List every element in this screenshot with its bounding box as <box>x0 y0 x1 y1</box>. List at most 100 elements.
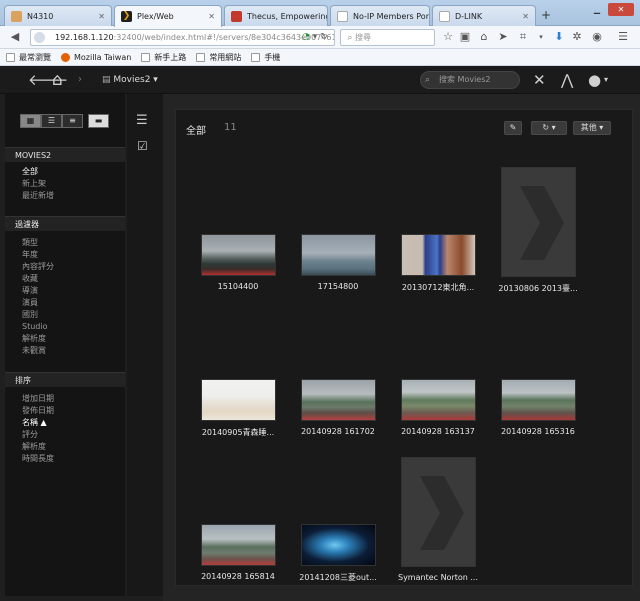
media-tile[interactable]: 20130806 2013臺... <box>488 167 588 294</box>
bookmark-item[interactable]: 手機 <box>251 52 280 63</box>
tab-label: Thecus, Empowering... <box>247 11 327 21</box>
refresh-button[interactable]: ↻ ▾ <box>531 121 567 135</box>
filter-studio[interactable]: Studio <box>22 321 47 333</box>
tab-label: D-LINK <box>455 11 483 21</box>
item-count: 11 <box>224 122 237 133</box>
filter-year[interactable]: 年度 <box>22 249 38 261</box>
site-info-icon[interactable] <box>34 32 45 43</box>
filter-actor[interactable]: 演員 <box>22 297 38 309</box>
library-selector[interactable]: ▤ Movies2 ▾ <box>102 66 158 94</box>
filter-director[interactable]: 導演 <box>22 285 38 297</box>
sidebar-section-filter: 過濾器 <box>5 216 125 231</box>
plex-header: 🡐 ⌂ › ▤ Movies2 ▾ 搜索 Movies2 ⌕ ✕ ⋀ ● ▾ <box>0 66 640 94</box>
more-button[interactable]: 其他 ▾ <box>573 121 611 135</box>
folder-view-button[interactable]: ▬ <box>88 114 109 128</box>
send-icon[interactable]: ➤ <box>496 30 510 44</box>
bookmark-item[interactable]: 最常瀏覽 <box>6 52 51 63</box>
bookmark-label: 新手上路 <box>154 52 187 62</box>
media-tile[interactable]: 20140928 165814 <box>188 524 288 581</box>
crop-icon[interactable]: ⌗ <box>516 30 530 44</box>
filter-unwatched[interactable]: 未觀賞 <box>22 345 46 357</box>
media-tile[interactable]: Symantec Norton ... <box>388 457 488 582</box>
settings-tools-icon[interactable]: ✕ <box>533 66 546 94</box>
bookmark-label: 最常瀏覽 <box>19 52 51 62</box>
media-tile[interactable]: 20140928 165316 <box>488 379 588 436</box>
sidebar-section-sort: 排序 <box>5 372 125 387</box>
sort-date-added[interactable]: 增加日期 <box>22 393 54 405</box>
chevron-down-icon[interactable]: ▾ <box>604 66 608 94</box>
menu-icon[interactable]: ☰ <box>616 30 630 44</box>
close-tab-icon[interactable]: ✕ <box>204 12 215 21</box>
filter-collection[interactable]: 收藏 <box>22 273 38 285</box>
list-view-button[interactable]: ☰ <box>41 114 62 128</box>
details-view-button[interactable]: ≡ <box>62 114 83 128</box>
browser-tab-active[interactable]: ❯ Plex/Web ✕ <box>114 5 222 27</box>
thumbnail-image <box>200 379 276 421</box>
media-tile[interactable]: 20140928 161702 <box>288 379 388 436</box>
browser-tab-bar: N4310 ✕ ❯ Plex/Web ✕ Thecus, Empowering.… <box>0 0 640 27</box>
window-close-button[interactable]: ✕ <box>608 3 634 16</box>
dropdown-icon[interactable]: ▾ <box>534 30 548 44</box>
menu-icon[interactable]: ☰ <box>136 113 148 128</box>
media-tile[interactable]: 17154800 <box>288 234 388 291</box>
thumbnail-image <box>400 379 476 421</box>
checkbox-select-icon[interactable]: ☑ <box>137 139 148 153</box>
edit-pencil-button[interactable]: ✎ <box>504 121 522 135</box>
grid-view-button[interactable]: ▦ <box>20 114 41 128</box>
media-tile[interactable]: 20130712東北角... <box>388 234 488 293</box>
sort-rating[interactable]: 評分 <box>22 429 38 441</box>
home-icon[interactable]: ⌂ <box>477 30 491 44</box>
search-icon: ⌕ <box>425 75 431 85</box>
media-tile[interactable]: 20140905青森睡... <box>188 379 288 438</box>
browser-tab[interactable]: N4310 ✕ <box>4 5 112 26</box>
sort-name[interactable]: 名稱 ▲ <box>22 417 47 429</box>
window-minimize-button[interactable]: ▁ <box>590 5 604 15</box>
search-icon: ⌕ <box>347 33 353 43</box>
activity-icon[interactable]: ⋀ <box>561 66 573 94</box>
sort-duration[interactable]: 時間長度 <box>22 453 54 465</box>
media-tile[interactable]: 20141208三菱out... <box>288 524 388 583</box>
bookmark-item[interactable]: 新手上路 <box>141 52 186 63</box>
pencil-icon: ✎ <box>509 123 517 132</box>
sort-resolution[interactable]: 解析度 <box>22 441 46 453</box>
bookmark-item[interactable]: Mozilla Taiwan <box>61 52 131 62</box>
browser-tab[interactable]: D-LINK ✕ <box>432 5 536 26</box>
clipboard-icon[interactable]: ▣ <box>458 30 472 44</box>
addon-icon[interactable]: ✲ <box>570 30 584 44</box>
plex-chevron-icon <box>419 476 464 550</box>
chat-icon[interactable]: ◉ <box>590 30 604 44</box>
browser-tab[interactable]: Thecus, Empowering... ✕ <box>224 5 328 26</box>
page-action-icons[interactable]: ◔ ▾ ↻ <box>302 32 328 42</box>
filter-resolution[interactable]: 解析度 <box>22 333 46 345</box>
url-bar[interactable]: 192.168.1.120:32400/web/index.html#!/ser… <box>30 29 335 46</box>
filter-genre[interactable]: 類型 <box>22 237 38 249</box>
browser-nav-bar: ◀ 192.168.1.120:32400/web/index.html#!/s… <box>0 26 640 49</box>
media-tile[interactable]: 20140928 163137 <box>388 379 488 436</box>
bookmarks-bar: 最常瀏覽 Mozilla Taiwan 新手上路 常用網站 手機 <box>0 49 640 66</box>
new-tab-button[interactable]: + <box>540 9 552 21</box>
thumbnail-image <box>300 234 376 276</box>
close-tab-icon[interactable]: ✕ <box>94 12 105 21</box>
close-tab-icon[interactable]: ✕ <box>518 12 529 21</box>
firefox-icon <box>61 52 70 62</box>
sidebar-item-all[interactable]: 全部 <box>22 166 38 178</box>
media-tile[interactable]: 15104400 <box>188 234 288 291</box>
browser-tab[interactable]: No-IP Members Portal: ... ✕ <box>330 5 430 26</box>
back-arrow-icon[interactable]: ◀ <box>8 30 22 44</box>
sidebar-item-recent[interactable]: 最近新增 <box>22 190 54 202</box>
library-grid-icon: ▤ <box>102 75 114 85</box>
action-strip: ☰ ☑ <box>127 94 163 596</box>
bookmark-item[interactable]: 常用網站 <box>196 52 241 63</box>
sidebar-item-new[interactable]: 新上架 <box>22 178 46 190</box>
filter-country[interactable]: 國別 <box>22 309 38 321</box>
library-title: Movies2 <box>113 75 151 85</box>
filter-content-rating[interactable]: 內容評分 <box>22 261 54 273</box>
user-icon[interactable]: ● <box>588 66 601 94</box>
sort-release-date[interactable]: 發佈日期 <box>22 405 54 417</box>
home-icon[interactable]: ⌂ <box>52 66 63 94</box>
bookmark-star-icon[interactable]: ☆ <box>441 30 455 44</box>
tab-label: N4310 <box>27 11 54 21</box>
download-icon[interactable]: ⬇ <box>552 30 566 44</box>
page-icon <box>337 10 348 22</box>
plex-search-input[interactable]: 搜索 Movies2 <box>420 71 520 89</box>
